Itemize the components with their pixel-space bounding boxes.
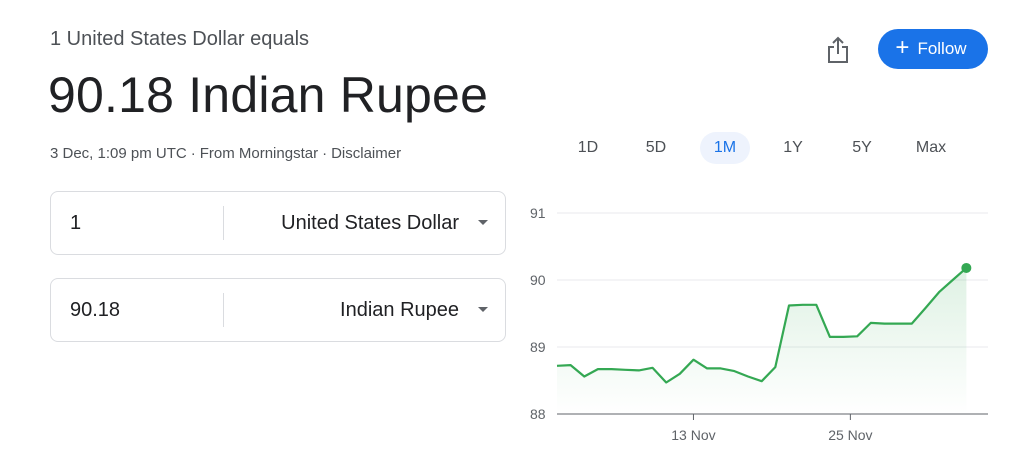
x-tick-label: 13 Nov xyxy=(671,427,715,443)
exchange-rate-chart[interactable]: 91 90 89 88 13 Nov 25 Nov xyxy=(0,0,1024,472)
series-area xyxy=(557,267,967,414)
y-tick-label: 90 xyxy=(530,272,546,288)
y-tick-label: 91 xyxy=(530,205,546,221)
x-tick-label: 25 Nov xyxy=(828,427,872,443)
y-tick-label: 89 xyxy=(530,339,546,355)
y-tick-label: 88 xyxy=(530,406,546,422)
last-point-marker xyxy=(961,262,972,273)
